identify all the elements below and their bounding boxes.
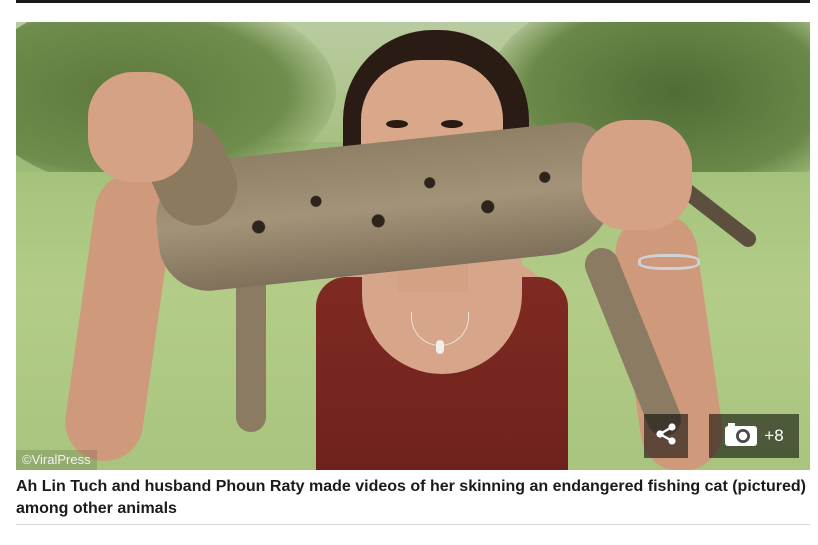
- photo-hand-right: [582, 120, 692, 230]
- article-photo[interactable]: ©ViralPress +8: [16, 22, 810, 470]
- photo-pendant: [436, 340, 444, 354]
- photo-caption: Ah Lin Tuch and husband Phoun Raty made …: [16, 478, 806, 517]
- top-divider: [16, 0, 810, 3]
- photo-eye-right: [441, 120, 463, 128]
- gallery-count: +8: [764, 426, 784, 445]
- photo-credit: ©ViralPress: [16, 450, 97, 470]
- gallery-button[interactable]: +8: [709, 414, 799, 458]
- camera-icon: [724, 421, 758, 452]
- share-icon: [653, 421, 679, 452]
- share-button[interactable]: [644, 414, 688, 458]
- bottom-divider: [16, 524, 810, 525]
- photo-eye-left: [386, 120, 408, 128]
- photo-hand-left: [88, 72, 193, 182]
- photo-bracelet: [638, 254, 700, 270]
